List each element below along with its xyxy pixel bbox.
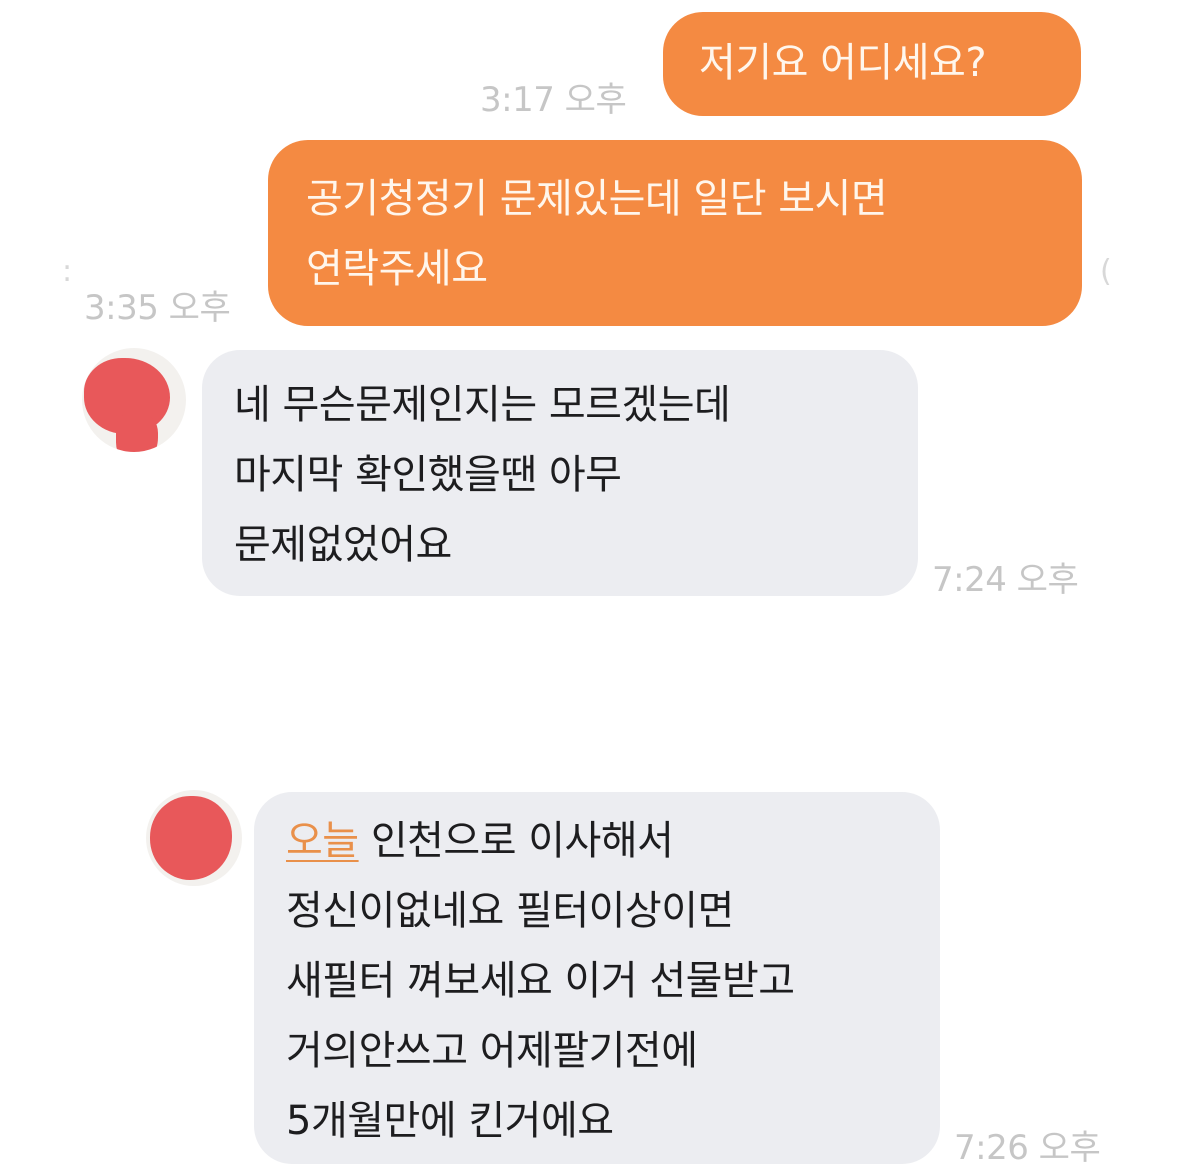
message-timestamp: 7:24 오후 <box>932 560 1079 600</box>
message-text-line: 마지막 확인했을땐 아무 <box>234 452 622 498</box>
highlighted-keyword-link[interactable]: 오늘 <box>286 818 359 864</box>
received-message-bubble[interactable]: 오늘 인천으로 이사해서 정신이없네요 필터이상이면 새필터 껴보세요 이거 선… <box>254 792 940 1164</box>
message-text-line: 문제없었어요 <box>234 522 452 568</box>
message-timestamp: 3:35 오후 <box>84 288 231 328</box>
sent-message-bubble[interactable]: 공기청정기 문제있는데 일단 보시면 연락주세요 <box>268 140 1082 326</box>
message-text: 저기요 어디세요? <box>699 40 987 86</box>
message-timestamp: 3:17 오후 <box>480 80 627 120</box>
message-timestamp: 7:26 오후 <box>954 1128 1101 1168</box>
message-text: 인천으로 이사해서 <box>358 818 674 864</box>
message-text-line: 네 무슨문제인지는 모르겠는데 <box>234 382 731 428</box>
message-text-line: 공기청정기 문제있는데 일단 보시면 <box>306 176 888 222</box>
received-message-bubble[interactable]: 네 무슨문제인지는 모르겠는데 마지막 확인했을땐 아무 문제없었어요 <box>202 350 918 596</box>
message-text-line: 정신이없네요 필터이상이면 <box>286 888 734 934</box>
sender-avatar[interactable] <box>82 348 186 452</box>
right-edge-indicator: ( <box>1100 254 1112 289</box>
message-text-line: 연락주세요 <box>306 246 488 292</box>
message-text-line: 5개월만에 킨거에요 <box>286 1098 614 1144</box>
left-edge-indicator: : <box>62 254 73 289</box>
sender-avatar[interactable] <box>146 790 242 886</box>
message-text-line: 거의안쓰고 어제팔기전에 <box>286 1028 698 1074</box>
message-text-line: 오늘 인천으로 이사해서 <box>286 806 940 876</box>
sent-message-bubble[interactable]: 저기요 어디세요? <box>663 12 1081 116</box>
message-text-line: 새필터 껴보세요 이거 선물받고 <box>286 958 795 1004</box>
